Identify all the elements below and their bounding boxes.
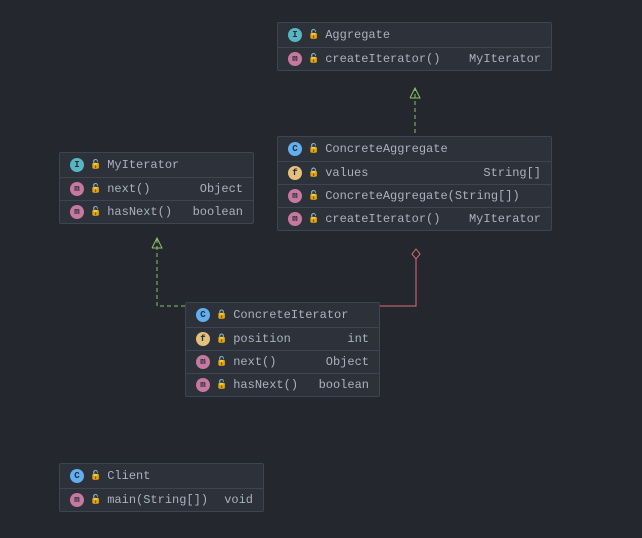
class-aggregate[interactable]: I 🔓 Aggregate m 🔓 createIterator() MyIte… xyxy=(277,22,552,71)
member-type: String[] xyxy=(483,166,541,180)
member-row[interactable]: f 🔒 values String[] xyxy=(278,162,551,185)
class-name: Aggregate xyxy=(325,28,390,42)
field-icon: f xyxy=(196,332,210,346)
field-icon: f xyxy=(288,166,302,180)
class-client[interactable]: C 🔓 Client m 🔓 main(String[]) void xyxy=(59,463,264,512)
interface-icon: I xyxy=(288,28,302,42)
method-icon: m xyxy=(196,378,210,392)
member-row[interactable]: m 🔓 next() Object xyxy=(186,351,379,374)
lock-icon: 🔒 xyxy=(216,334,227,344)
member-row[interactable]: m 🔓 main(String[]) void xyxy=(60,489,263,511)
unlock-icon: 🔓 xyxy=(308,214,319,224)
unlock-icon: 🔓 xyxy=(308,144,319,154)
member-type: boolean xyxy=(193,205,243,219)
member-sig: hasNext() xyxy=(233,378,298,392)
member-sig: ConcreteAggregate(String[]) xyxy=(325,189,519,203)
method-icon: m xyxy=(70,205,84,219)
member-sig: createIterator() xyxy=(325,52,440,66)
class-name: MyIterator xyxy=(107,158,179,172)
class-icon: C xyxy=(196,308,210,322)
member-sig: hasNext() xyxy=(107,205,172,219)
unlock-icon: 🔓 xyxy=(308,30,319,40)
method-icon: m xyxy=(70,493,84,507)
member-type: int xyxy=(347,332,369,346)
unlock-icon: 🔓 xyxy=(216,380,227,390)
member-row[interactable]: m 🔓 hasNext() boolean xyxy=(186,374,379,396)
unlock-icon: 🔓 xyxy=(90,207,101,217)
member-type: MyIterator xyxy=(469,212,541,226)
unlock-icon: 🔓 xyxy=(90,160,101,170)
unlock-icon: 🔓 xyxy=(308,54,319,64)
member-sig: main(String[]) xyxy=(107,493,208,507)
method-icon: m xyxy=(196,355,210,369)
relationship-lines xyxy=(0,0,642,538)
unlock-icon: 🔓 xyxy=(90,471,101,481)
class-my-iterator[interactable]: I 🔓 MyIterator m 🔓 next() Object m 🔓 has… xyxy=(59,152,254,224)
member-row[interactable]: m 🔓 ConcreteAggregate(String[]) xyxy=(278,185,551,208)
member-type: boolean xyxy=(319,378,369,392)
class-header: I 🔓 Aggregate xyxy=(278,23,551,48)
class-header: C 🔓 ConcreteAggregate xyxy=(278,137,551,162)
unlock-icon: 🔓 xyxy=(90,495,101,505)
class-header: I 🔓 MyIterator xyxy=(60,153,253,178)
class-header: C 🔒 ConcreteIterator xyxy=(186,303,379,328)
member-type: void xyxy=(224,493,253,507)
interface-icon: I xyxy=(70,158,84,172)
member-row[interactable]: m 🔓 hasNext() boolean xyxy=(60,201,253,223)
unlock-icon: 🔓 xyxy=(216,357,227,367)
class-header: C 🔓 Client xyxy=(60,464,263,489)
member-sig: createIterator() xyxy=(325,212,440,226)
member-row[interactable]: m 🔓 createIterator() MyIterator xyxy=(278,208,551,230)
class-name: ConcreteAggregate xyxy=(325,142,447,156)
method-icon: m xyxy=(288,52,302,66)
unlock-icon: 🔓 xyxy=(90,184,101,194)
member-type: Object xyxy=(326,355,369,369)
class-name: Client xyxy=(107,469,150,483)
lock-icon: 🔒 xyxy=(216,310,227,320)
member-sig: next() xyxy=(107,182,150,196)
unlock-icon: 🔓 xyxy=(308,191,319,201)
member-row[interactable]: m 🔓 next() Object xyxy=(60,178,253,201)
member-sig: next() xyxy=(233,355,276,369)
member-row[interactable]: f 🔒 position int xyxy=(186,328,379,351)
lock-icon: 🔒 xyxy=(308,168,319,178)
class-concrete-iterator[interactable]: C 🔒 ConcreteIterator f 🔒 position int m … xyxy=(185,302,380,397)
member-sig: position xyxy=(233,332,291,346)
class-concrete-aggregate[interactable]: C 🔓 ConcreteAggregate f 🔒 values String[… xyxy=(277,136,552,231)
class-name: ConcreteIterator xyxy=(233,308,348,322)
class-icon: C xyxy=(288,142,302,156)
method-icon: m xyxy=(288,212,302,226)
member-type: Object xyxy=(200,182,243,196)
method-icon: m xyxy=(70,182,84,196)
member-row[interactable]: m 🔓 createIterator() MyIterator xyxy=(278,48,551,70)
runnable-class-icon: C xyxy=(70,469,84,483)
method-icon: m xyxy=(288,189,302,203)
member-sig: values xyxy=(325,166,368,180)
member-type: MyIterator xyxy=(469,52,541,66)
